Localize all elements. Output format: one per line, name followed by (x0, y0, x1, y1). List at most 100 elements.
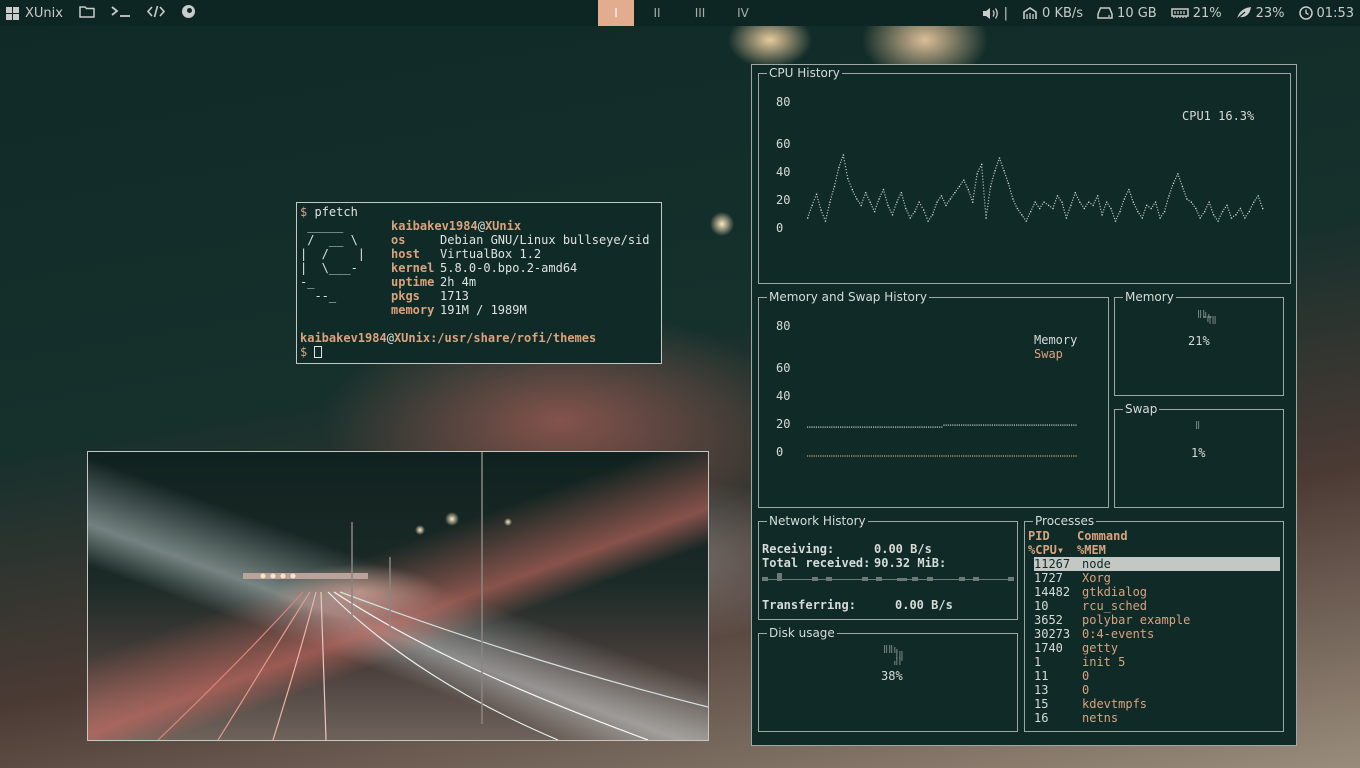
user-host: kaibakev1984@XUnix (391, 219, 650, 233)
process-pid: 11267 (1034, 557, 1071, 571)
workspace-4[interactable]: IV (723, 0, 763, 26)
cpu-graph-point (909, 217, 911, 219)
mem-column-header[interactable]: %MEM (1077, 543, 1106, 557)
process-command: polybar example (1082, 613, 1191, 627)
swap-graph-point (846, 455, 848, 457)
swap-graph-point (969, 455, 971, 457)
cpu-graph-dot (1197, 212, 1199, 214)
process-command: 0:4-events (1082, 627, 1155, 641)
pid-column-header[interactable]: PID (1028, 529, 1050, 543)
cpu-graph-point (1172, 182, 1175, 184)
process-row[interactable]: 15 kdevtmpfs (1034, 697, 1280, 711)
memory-graph-point (1002, 424, 1004, 426)
process-row[interactable]: 11 0 (1034, 669, 1280, 683)
cpu-graph-dot (1236, 212, 1238, 214)
memory-graph-point (807, 426, 809, 428)
workspace-2[interactable]: II (637, 0, 677, 26)
swap-graph-point (956, 455, 958, 457)
process-row[interactable]: 10 rcu_sched (1034, 599, 1280, 613)
terminal-icon[interactable] (111, 5, 131, 22)
process-row[interactable]: 1727 Xorg (1034, 571, 1280, 585)
menu-button[interactable]: XUnix (6, 6, 63, 21)
cpu-graph-dot (1064, 212, 1066, 214)
browser-icon[interactable] (181, 4, 196, 23)
cpu-graph-dot (893, 209, 895, 211)
memory-graph-point (1027, 424, 1029, 426)
cpu-graph-dot (1173, 180, 1176, 182)
volume-control[interactable]: | (982, 6, 1008, 21)
cpu-graph-point (1212, 214, 1215, 216)
swap-graph-point (1018, 455, 1020, 457)
folder-icon[interactable] (79, 5, 95, 22)
clock[interactable]: 01:53 (1298, 6, 1354, 21)
tail-light (270, 573, 276, 579)
swap-graph-point (811, 455, 813, 457)
swap-graph-point (1022, 455, 1024, 457)
cpu-graph-dot (1157, 212, 1160, 214)
cpu-graph-point (967, 188, 969, 191)
cpu-graph-dot (1179, 178, 1181, 180)
input-line[interactable]: $ (300, 345, 658, 359)
process-pid: 15 (1034, 697, 1049, 711)
terminal-window[interactable]: $ pfetch _____ / __ \ | / | | \___- -_ -… (296, 202, 662, 364)
swap-graph-point (853, 455, 855, 457)
cpu-graph-dot (830, 198, 832, 201)
cpu-column-header[interactable]: %CPU▾ (1028, 543, 1064, 557)
cpu-graph-dot (939, 197, 941, 199)
memory-graph-point (1040, 424, 1042, 426)
memory-graph-point (985, 424, 987, 426)
memory-graph-point (864, 426, 866, 428)
swap-graph-point (822, 455, 824, 457)
workspace-3[interactable]: III (680, 0, 720, 26)
cpu-graph-dot (1117, 215, 1119, 217)
cpu-graph-dot (1065, 214, 1067, 216)
cpu-graph-point (1007, 182, 1010, 184)
swap-graph-point (1053, 455, 1055, 457)
process-row[interactable]: 30273 0:4-events (1034, 627, 1280, 641)
process-row[interactable]: 13 0 (1034, 683, 1280, 697)
workspace-1[interactable]: I (598, 0, 634, 26)
logo-line: | / | (300, 247, 366, 261)
cpu-graph-dot (989, 188, 991, 190)
cpu-graph-dot (831, 193, 833, 195)
process-row[interactable]: 16 netns (1034, 711, 1280, 725)
swap-gauge-value: 1% (1191, 446, 1206, 460)
traffic-bar (959, 577, 965, 581)
memory-graph-point (932, 426, 934, 428)
cpu-graph-dot (859, 202, 861, 204)
process-row[interactable]: 3652 polybar example (1034, 613, 1280, 627)
cpu-graph-dot (840, 161, 842, 163)
y-tick-label: 20 (776, 417, 791, 431)
cpu-graph-point (1097, 195, 1099, 197)
memory-graph-point (1000, 424, 1002, 426)
cpu-graph-dot (935, 204, 937, 206)
process-row[interactable]: 14482 gtkdialog (1034, 585, 1280, 599)
cpu-graph-point (981, 163, 983, 166)
cpu-graph-dot (985, 214, 987, 216)
command-column-header[interactable]: Command (1077, 529, 1128, 543)
cpu-graph-dot (1120, 208, 1122, 210)
cpu-graph-point (1163, 210, 1166, 213)
network-indicator: 0 KB/s (1022, 6, 1083, 21)
cpu-graph-dot (1010, 190, 1012, 192)
cpu-graph-dot (863, 197, 865, 199)
swap-graph-point (963, 455, 965, 457)
cpu-graph-dot (1211, 209, 1213, 211)
process-row[interactable]: 1740 getty (1034, 641, 1280, 655)
swap-graph-point (921, 455, 923, 457)
swap-graph-point (879, 455, 881, 457)
code-icon[interactable] (146, 5, 166, 22)
network-speed: 0 KB/s (1042, 5, 1084, 21)
cpu-graph-point (1043, 201, 1045, 203)
cpu-graph-dot (981, 172, 983, 174)
prompt-host: XUnix (393, 331, 431, 345)
process-row-selected[interactable]: 11267 node (1034, 557, 1280, 571)
cpu-graph-dot (840, 159, 843, 161)
process-row[interactable]: 1 init 5 (1034, 655, 1280, 669)
cpu-graph-dot (1157, 209, 1159, 211)
memory-gauge-icon: ⣿⣷⣄ ⠈⢿⣿ (1197, 310, 1217, 324)
image-viewer-window[interactable] (87, 451, 709, 741)
swap-graph-point (1071, 455, 1073, 457)
cpu-graph-dot (983, 190, 985, 192)
memory-graph-point (870, 426, 872, 428)
